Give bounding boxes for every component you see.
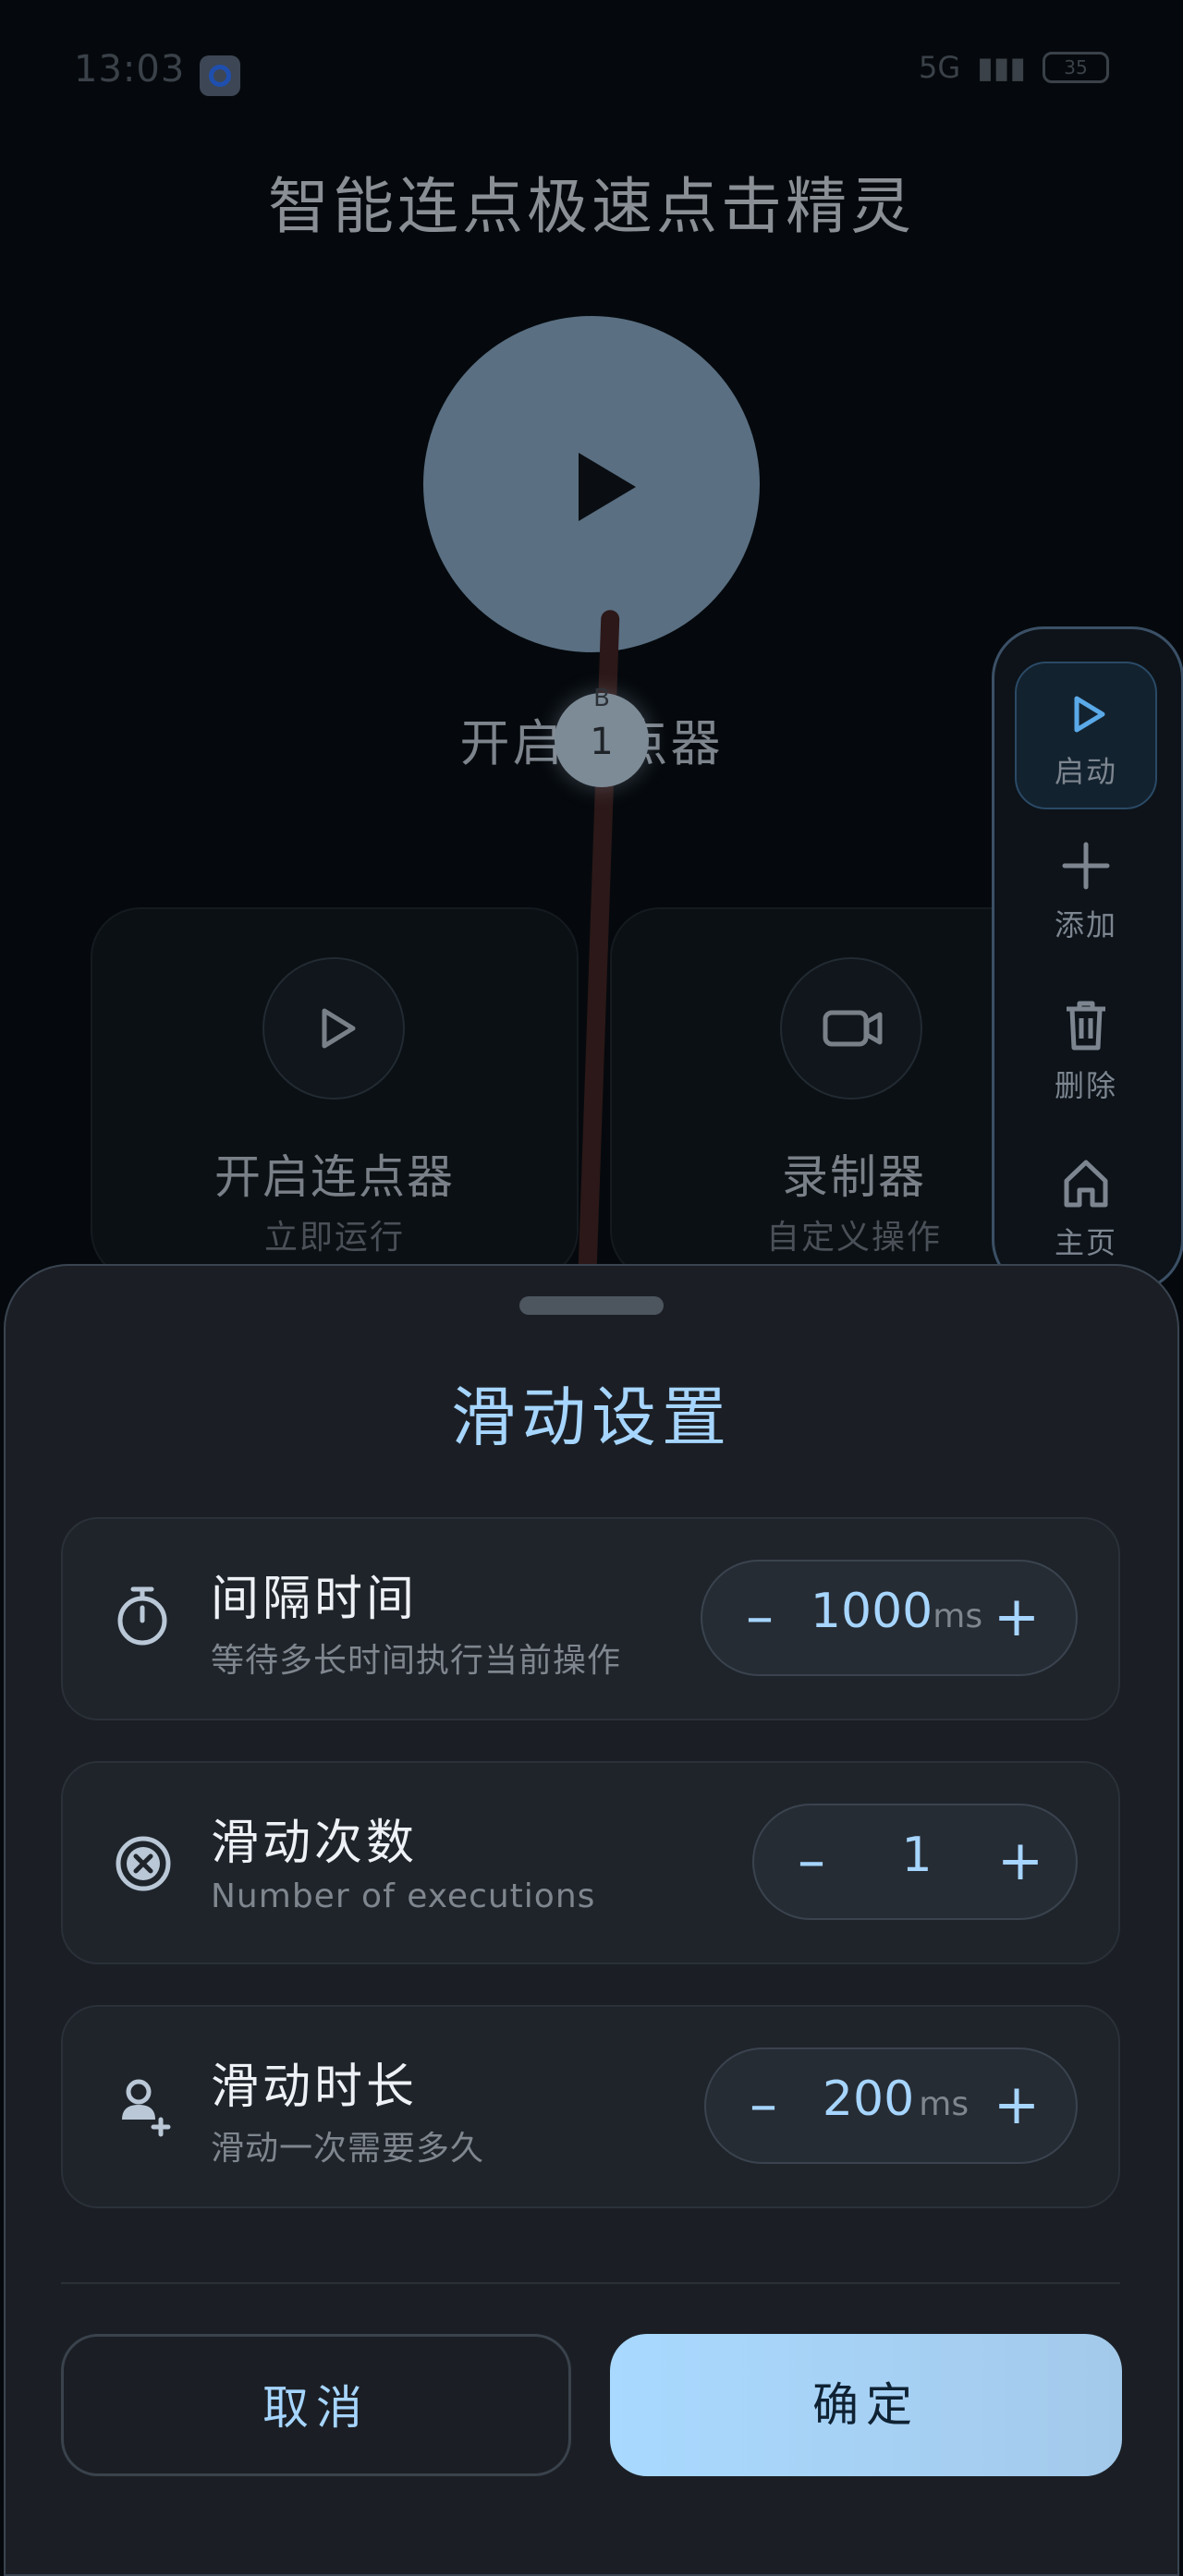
card-subtitle: 立即运行 [263, 1219, 405, 1257]
toolbar-label: 删除 [1054, 1068, 1117, 1103]
cancel-label: 取消 [262, 2381, 370, 2435]
video-camera-icon [823, 1010, 883, 1047]
card-video-icon-circle [780, 957, 922, 1100]
toolbar-start-button[interactable]: 启动 [1015, 662, 1157, 809]
play-icon [1074, 696, 1105, 733]
play-icon [322, 1008, 356, 1049]
decrease-button[interactable]: – [726, 2077, 800, 2132]
toolbar-label: 主页 [1054, 1225, 1117, 1260]
interval-stepper: – 1000ms + [701, 1560, 1078, 1676]
card-play-icon-circle [262, 957, 405, 1100]
app-title: 智能连点极速点击精灵 [268, 171, 915, 242]
stepper-value: 1 [901, 1828, 933, 1883]
increase-button[interactable]: + [980, 1589, 1054, 1645]
toolbar-label: 添加 [1054, 907, 1117, 942]
stepper-unit: ms [919, 2085, 970, 2123]
swipe-count-stepper: – 1 + [752, 1804, 1078, 1920]
stepper-value: 200 [822, 2072, 915, 2127]
swipe-count-setting-row: 滑动次数 Number of executions – 1 + [61, 1761, 1120, 1964]
start-clicker-button[interactable] [423, 316, 760, 652]
cancel-button[interactable]: 取消 [61, 2334, 571, 2476]
interval-setting-row: 间隔时间 等待多长时间执行当前操作 – 1000ms + [61, 1517, 1120, 1720]
cancel-circle-icon [116, 1836, 171, 1891]
user-add-icon [122, 2079, 171, 2137]
setting-title: 滑动时长 [211, 2060, 419, 2115]
stepper-unit: ms [933, 1598, 983, 1635]
setting-subtitle: 等待多长时间执行当前操作 [211, 1642, 622, 1680]
decrease-button[interactable]: – [774, 1833, 848, 1889]
stopwatch-icon [117, 1586, 167, 1646]
plus-icon [1062, 842, 1110, 890]
home-icon [1064, 1160, 1108, 1208]
stepper-value-wrap[interactable]: 1000ms [804, 1584, 989, 1639]
setting-title: 滑动次数 [211, 1816, 419, 1871]
toolbar-home-button[interactable]: 主页 [994, 1153, 1178, 1273]
sheet-title: 滑动设置 [451, 1379, 732, 1455]
trash-icon [1067, 1001, 1105, 1051]
stepper-value-wrap[interactable]: 200 ms [808, 2072, 983, 2127]
signal-icon: ▮▮▮ [977, 50, 1026, 85]
sheet-drag-handle[interactable] [519, 1296, 664, 1315]
toolbar-delete-button[interactable]: 删除 [994, 994, 1178, 1114]
swipe-duration-stepper: – 200 ms + [704, 2047, 1078, 2164]
decrease-button[interactable]: – [723, 1589, 797, 1645]
play-icon [579, 453, 636, 521]
setting-subtitle: Number of executions [211, 1877, 596, 1915]
setting-title: 间隔时间 [211, 1572, 419, 1627]
toolbar-label: 启动 [1054, 754, 1117, 789]
stepper-value: 1000 [810, 1584, 933, 1639]
network-label: 5G [919, 50, 961, 85]
increase-button[interactable]: + [983, 1833, 1057, 1889]
increase-button[interactable]: + [980, 2077, 1054, 2132]
confirm-button[interactable]: 确定 [610, 2334, 1122, 2476]
start-clicker-card[interactable]: 开启连点器 立即运行 [91, 907, 579, 1281]
status-time: 13:03 [74, 48, 186, 91]
confirm-label: 确定 [812, 2378, 920, 2432]
app-notification-icon [200, 55, 240, 96]
swipe-duration-setting-row: 滑动时长 滑动一次需要多久 – 200 ms + [61, 2005, 1120, 2208]
stepper-value-wrap[interactable]: 1 [861, 1828, 972, 1883]
swipe-point-letter: B [593, 685, 610, 712]
setting-subtitle: 滑动一次需要多久 [211, 2130, 485, 2168]
toolbar-add-button[interactable]: 添加 [994, 832, 1178, 952]
status-indicators: 5G ▮▮▮ 35 [919, 50, 1109, 85]
battery-icon: 35 [1043, 52, 1109, 83]
card-title: 开启连点器 [214, 1150, 455, 1204]
swipe-point-number: 1 [590, 721, 614, 763]
divider [61, 2282, 1120, 2284]
